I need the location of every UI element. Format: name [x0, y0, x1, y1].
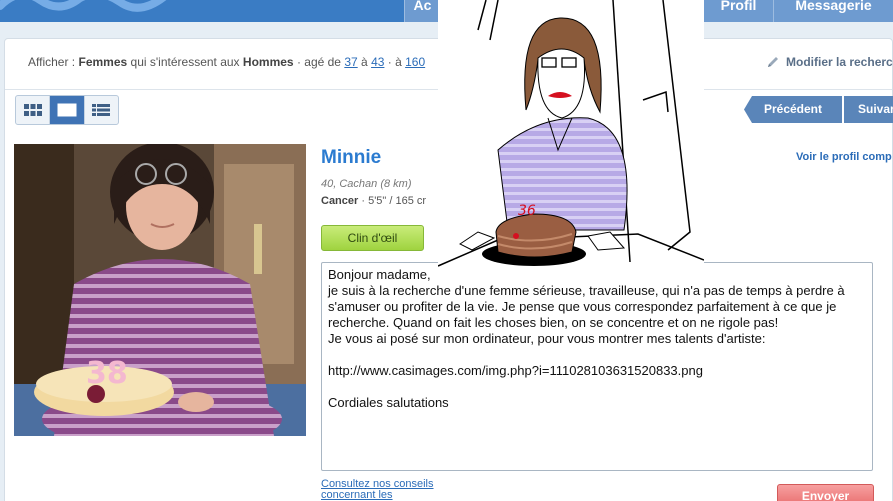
nav-tab-profile[interactable]: Profil [703, 0, 773, 22]
list-icon [92, 104, 111, 116]
previous-button[interactable]: Précédent [744, 96, 842, 123]
single-view-button[interactable] [50, 96, 85, 124]
search-filter-summary: Afficher : Femmes qui s'intéressent aux … [28, 55, 425, 69]
profile-meta: 40, Cachan (8 km) [321, 178, 412, 190]
profile-sign: Cancer [321, 195, 359, 207]
filter-middle: qui s'intéressent aux [130, 55, 240, 69]
profile-height: · 5'5" / 165 cr [361, 195, 427, 207]
drawing-cake-number: 36 [518, 203, 536, 219]
single-view-icon [57, 103, 77, 117]
filter-age-sep: à [361, 55, 368, 69]
filter-target: Hommes [242, 55, 294, 69]
filter-prefix: Afficher : [28, 55, 76, 69]
filter-age-min-link[interactable]: 37 [344, 55, 357, 69]
nav-tab-messages[interactable]: Messagerie [773, 0, 893, 22]
pasted-drawing: 36 [437, 0, 705, 272]
logo-glyph [0, 0, 167, 12]
filter-distance-sep: · à [387, 55, 402, 69]
filter-gender: Femmes [78, 55, 128, 69]
profile-name[interactable]: Minnie [321, 147, 381, 169]
message-textarea[interactable]: Bonjour madame, je suis à la recherche d… [321, 262, 873, 471]
next-button[interactable]: Suivan [844, 96, 893, 123]
birthday-candle-number: 38 [86, 356, 128, 391]
filter-age-label: · agé de [296, 55, 341, 69]
grid-icon [23, 104, 42, 116]
nav-tab-label: Ac [413, 0, 432, 13]
grid-view-button[interactable] [16, 96, 51, 124]
view-full-profile-link[interactable]: Voir le profil comp [796, 151, 892, 163]
edit-search-link[interactable]: Modifier la recherch [766, 55, 893, 69]
pencil-icon [766, 55, 780, 69]
previous-label: Précédent [763, 102, 823, 116]
edit-search-label: Modifier la recherch [786, 55, 893, 69]
view-toggle-group [15, 95, 119, 125]
drawing-illustration [437, 0, 705, 272]
filter-distance-link[interactable]: 160 [405, 55, 425, 69]
wink-button[interactable]: Clin d'œil [321, 225, 424, 251]
site-logo[interactable] [0, 0, 170, 22]
nav-tab-label: Messagerie [795, 0, 872, 13]
profile-attributes: Cancer · 5'5" / 165 cr [321, 195, 426, 207]
profile-photo-image [14, 144, 306, 436]
advice-link[interactable]: Consultez nos conseils concernant les [321, 479, 434, 501]
nav-tab-label: Profil [720, 0, 757, 13]
list-view-button[interactable] [85, 96, 118, 124]
nav-tab-home[interactable]: Ac [404, 0, 440, 22]
next-label: Suivan [858, 102, 893, 116]
filter-age-max-link[interactable]: 43 [371, 55, 384, 69]
send-button[interactable]: Envoyer [777, 484, 874, 501]
advice-line-2: concernant les [321, 489, 393, 501]
profile-photo[interactable]: 38 [14, 144, 306, 436]
